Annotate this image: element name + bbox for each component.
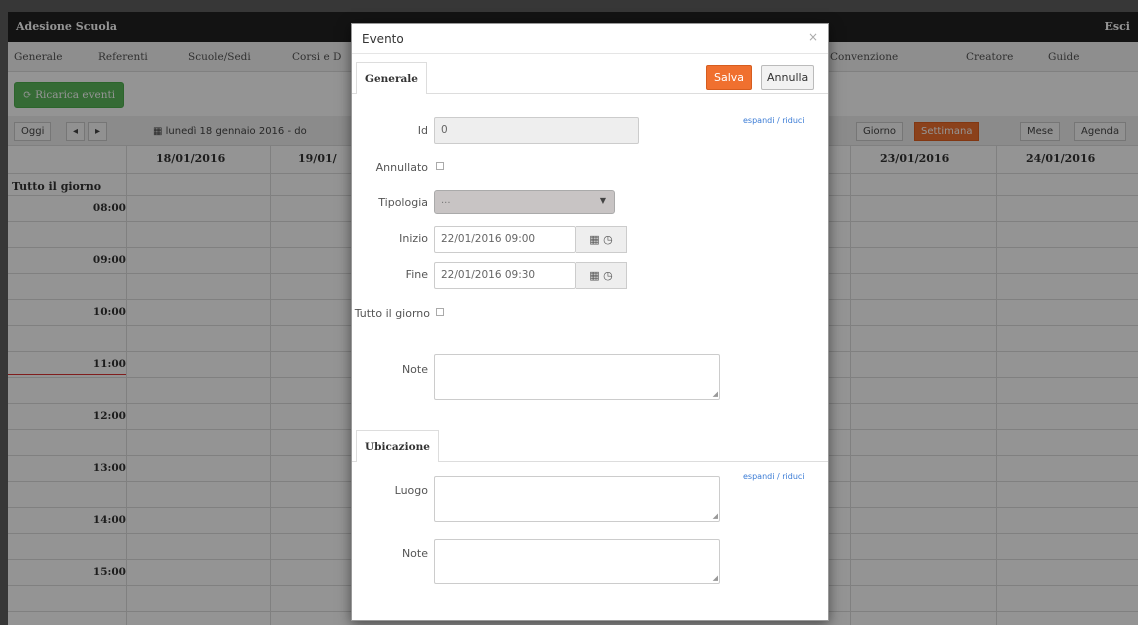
clock-icon[interactable]: ◷: [603, 233, 613, 246]
note-label: Note: [401, 363, 428, 376]
luogo-textarea[interactable]: ◢: [434, 476, 720, 522]
tab-ubicazione[interactable]: Ubicazione: [356, 430, 439, 462]
calendar-icon[interactable]: ▦: [589, 269, 599, 282]
id-field: 0: [434, 117, 639, 144]
fine-datetime-input[interactable]: 22/01/2016 09:30: [434, 262, 576, 289]
resize-grip-icon[interactable]: ◢: [713, 513, 718, 520]
calendar-icon[interactable]: ▦: [589, 233, 599, 246]
chevron-down-icon: ▼: [599, 196, 606, 205]
fine-picker-addon[interactable]: ▦ ◷: [576, 262, 627, 289]
expand-collapse-link[interactable]: espandi / riduci: [743, 116, 805, 125]
resize-grip-icon[interactable]: ◢: [713, 391, 718, 398]
fine-label: Fine: [405, 268, 428, 281]
cancel-button[interactable]: Annulla: [761, 65, 815, 90]
dialog-title: Evento: [362, 32, 404, 46]
tipologia-value: ...: [441, 195, 451, 206]
save-button[interactable]: Salva: [706, 65, 753, 90]
note-textarea[interactable]: ◢: [434, 354, 720, 400]
inizio-label: Inizio: [399, 232, 428, 245]
expand-collapse-link[interactable]: espandi / riduci: [743, 472, 805, 481]
tutto-il-giorno-checkbox[interactable]: [436, 308, 444, 316]
ubicazione-note-label: Note: [401, 547, 428, 560]
tab-generale[interactable]: Generale: [356, 62, 427, 94]
inizio-datetime-input[interactable]: 22/01/2016 09:00: [434, 226, 576, 253]
tutto-il-giorno-label: Tutto il giorno: [354, 307, 430, 320]
close-icon[interactable]: ×: [808, 30, 818, 44]
annullato-checkbox[interactable]: [436, 162, 444, 170]
tipologia-select[interactable]: ... ▼: [434, 190, 615, 214]
luogo-label: Luogo: [394, 484, 428, 497]
tipologia-label: Tipologia: [378, 196, 428, 209]
id-label: Id: [417, 124, 428, 137]
clock-icon[interactable]: ◷: [603, 269, 613, 282]
inizio-picker-addon[interactable]: ▦ ◷: [576, 226, 627, 253]
event-dialog: Evento × Generale Salva Annulla espandi …: [351, 23, 829, 621]
resize-grip-icon[interactable]: ◢: [713, 575, 718, 582]
ubicazione-note-textarea[interactable]: ◢: [434, 539, 720, 584]
annullato-label: Annullato: [375, 161, 428, 174]
dialog-header: Evento ×: [352, 24, 828, 54]
